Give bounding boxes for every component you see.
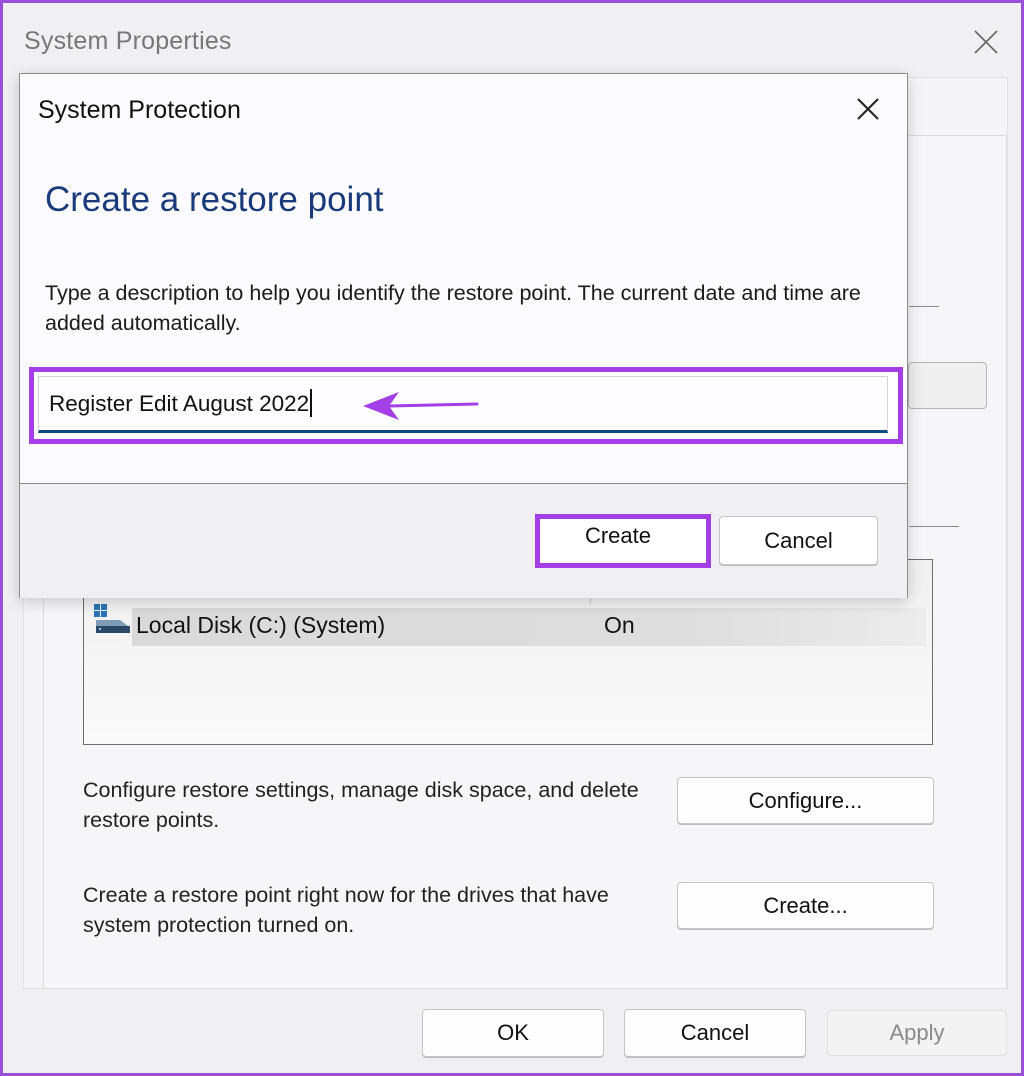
create-restore-point-button[interactable]: Create... [677, 882, 934, 929]
system-drive-icon [94, 604, 130, 633]
create-highlight-box: Create [535, 514, 711, 568]
dialog-footer: Create Cancel [20, 483, 907, 598]
cancel-button[interactable]: Cancel [624, 1009, 806, 1057]
input-highlight-box: Register Edit August 2022 [29, 367, 903, 444]
input-value: Register Edit August 2022 [49, 389, 313, 417]
configure-button[interactable]: Configure... [677, 777, 934, 824]
close-icon[interactable] [853, 94, 883, 124]
close-icon[interactable] [969, 25, 1003, 59]
dialog-heading: Create a restore point [45, 180, 384, 219]
drive-name: Local Disk (C:) (System) [136, 612, 386, 638]
dialog-description: Type a description to help you identify … [45, 281, 861, 335]
dialog-title: System Protection [38, 96, 241, 124]
restore-point-description-input[interactable]: Register Edit August 2022 [38, 376, 888, 433]
ok-button[interactable]: OK [422, 1009, 604, 1057]
dialog-create-button[interactable]: Create [542, 521, 694, 551]
create-description: Create a restore point right now for the… [83, 883, 609, 937]
window-title: System Properties [24, 27, 232, 55]
text-caret [310, 389, 313, 417]
dialog-cancel-button[interactable]: Cancel [719, 516, 878, 565]
group-divider [909, 306, 939, 307]
configure-description: Configure restore settings, manage disk … [83, 778, 639, 832]
system-protection-dialog: System Protection Create a restore point… [19, 73, 908, 598]
apply-button[interactable]: Apply [827, 1010, 1007, 1056]
group-divider [909, 526, 959, 527]
protection-status: On [604, 612, 635, 638]
arrow-left-icon [363, 392, 479, 420]
background-button [908, 362, 987, 409]
